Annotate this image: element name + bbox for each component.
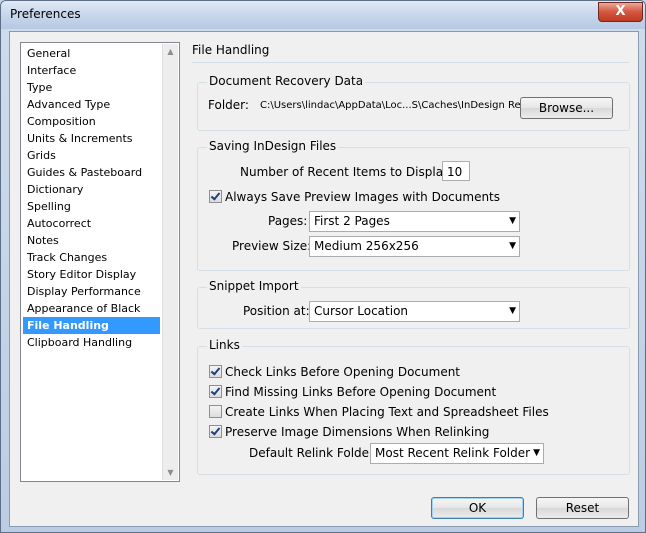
links-option-checkbox[interactable] bbox=[209, 405, 222, 418]
links-option-row[interactable]: Create Links When Placing Text and Sprea… bbox=[209, 405, 549, 419]
category-item[interactable]: Clipboard Handling bbox=[23, 334, 160, 351]
position-at-select[interactable]: Cursor Location ▼ bbox=[309, 301, 520, 322]
links-option-row[interactable]: Check Links Before Opening Document bbox=[209, 365, 460, 379]
title-bar[interactable]: Preferences X bbox=[1, 1, 645, 29]
dialog-body: General Interface Type Advanced Type Composi… bbox=[9, 31, 639, 527]
recent-items-input[interactable]: 10 bbox=[442, 161, 470, 181]
relink-folder-label: Default Relink Folder: bbox=[249, 446, 378, 460]
recovery-folder-path: C:\Users\lindac\AppData\Loc...S\Caches\I… bbox=[260, 100, 555, 111]
scroll-up-arrow-icon[interactable]: ▲ bbox=[163, 44, 178, 59]
folder-label: Folder: bbox=[208, 98, 249, 112]
category-list[interactable]: General Interface Type Advanced Type Composi… bbox=[20, 42, 180, 482]
category-item[interactable]: Guides & Pasteboard bbox=[23, 164, 160, 181]
preview-size-select[interactable]: Medium 256x256 ▼ bbox=[309, 236, 520, 257]
chevron-down-icon: ▼ bbox=[509, 241, 516, 251]
links-option-label: Check Links Before Opening Document bbox=[225, 365, 461, 379]
links-heading: Links bbox=[207, 338, 242, 352]
links-option-label: Create Links When Placing Text and Sprea… bbox=[225, 405, 549, 419]
category-item[interactable]: File Handling bbox=[23, 317, 160, 334]
links-option-label: Find Missing Links Before Opening Docume… bbox=[225, 385, 497, 399]
snippet-heading: Snippet Import bbox=[207, 279, 301, 293]
category-scrollbar[interactable]: ▲ ▼ bbox=[162, 44, 178, 480]
close-button[interactable]: X bbox=[598, 2, 643, 22]
pages-select[interactable]: First 2 Pages ▼ bbox=[309, 211, 520, 232]
category-item[interactable]: Dictionary bbox=[23, 181, 160, 198]
relink-folder-select[interactable]: Most Recent Relink Folder ▼ bbox=[370, 443, 544, 464]
save-preview-checkbox[interactable] bbox=[209, 190, 222, 203]
category-items: General Interface Type Advanced Type Composi… bbox=[23, 45, 160, 351]
links-option-row[interactable]: Preserve Image Dimensions When Relinking bbox=[209, 425, 489, 439]
save-preview-checkbox-row[interactable]: Always Save Preview Images with Document… bbox=[209, 190, 500, 204]
saving-heading: Saving InDesign Files bbox=[207, 139, 339, 153]
position-at-select-value: Cursor Location bbox=[314, 304, 409, 318]
scroll-down-arrow-icon[interactable]: ▼ bbox=[163, 465, 178, 480]
category-item[interactable]: Spelling bbox=[23, 198, 160, 215]
category-item[interactable]: Story Editor Display bbox=[23, 266, 160, 283]
category-item[interactable]: General bbox=[23, 45, 160, 62]
category-item[interactable]: Type bbox=[23, 79, 160, 96]
links-option-row[interactable]: Find Missing Links Before Opening Docume… bbox=[209, 385, 496, 399]
category-item[interactable]: Units & Increments bbox=[23, 130, 160, 147]
category-item[interactable]: Track Changes bbox=[23, 249, 160, 266]
browse-button[interactable]: Browse... bbox=[520, 97, 613, 119]
pages-select-value: First 2 Pages bbox=[314, 214, 390, 228]
chevron-down-icon: ▼ bbox=[509, 216, 516, 226]
reset-button[interactable]: Reset bbox=[536, 497, 629, 519]
preview-size-label: Preview Size: bbox=[232, 239, 312, 253]
preferences-window: Preferences X General Interface Type Advanc… bbox=[0, 0, 646, 533]
ok-button[interactable]: OK bbox=[431, 497, 524, 519]
category-item[interactable]: Grids bbox=[23, 147, 160, 164]
category-item[interactable]: Appearance of Black bbox=[23, 300, 160, 317]
links-option-checkbox[interactable] bbox=[209, 365, 222, 378]
links-option-checkbox[interactable] bbox=[209, 425, 222, 438]
links-option-checkbox[interactable] bbox=[209, 385, 222, 398]
links-option-label: Preserve Image Dimensions When Relinking bbox=[225, 425, 490, 439]
category-item[interactable]: Display Performance bbox=[23, 283, 160, 300]
recent-items-label: Number of Recent Items to Display: bbox=[240, 165, 454, 179]
category-item[interactable]: Interface bbox=[23, 62, 160, 79]
chevron-down-icon: ▼ bbox=[533, 448, 540, 458]
recovery-heading: Document Recovery Data bbox=[207, 74, 366, 88]
window-title: Preferences bbox=[10, 7, 81, 21]
position-at-label: Position at: bbox=[243, 304, 310, 318]
category-item[interactable]: Autocorrect bbox=[23, 215, 160, 232]
preview-size-select-value: Medium 256x256 bbox=[314, 239, 419, 253]
category-item[interactable]: Advanced Type bbox=[23, 96, 160, 113]
save-preview-label: Always Save Preview Images with Document… bbox=[225, 190, 501, 204]
page-title: File Handling bbox=[192, 43, 270, 57]
chevron-down-icon: ▼ bbox=[509, 306, 516, 316]
pages-label: Pages: bbox=[268, 214, 308, 228]
relink-folder-select-value: Most Recent Relink Folder bbox=[375, 446, 531, 460]
title-divider bbox=[192, 62, 629, 63]
category-item[interactable]: Notes bbox=[23, 232, 160, 249]
category-item[interactable]: Composition bbox=[23, 113, 160, 130]
